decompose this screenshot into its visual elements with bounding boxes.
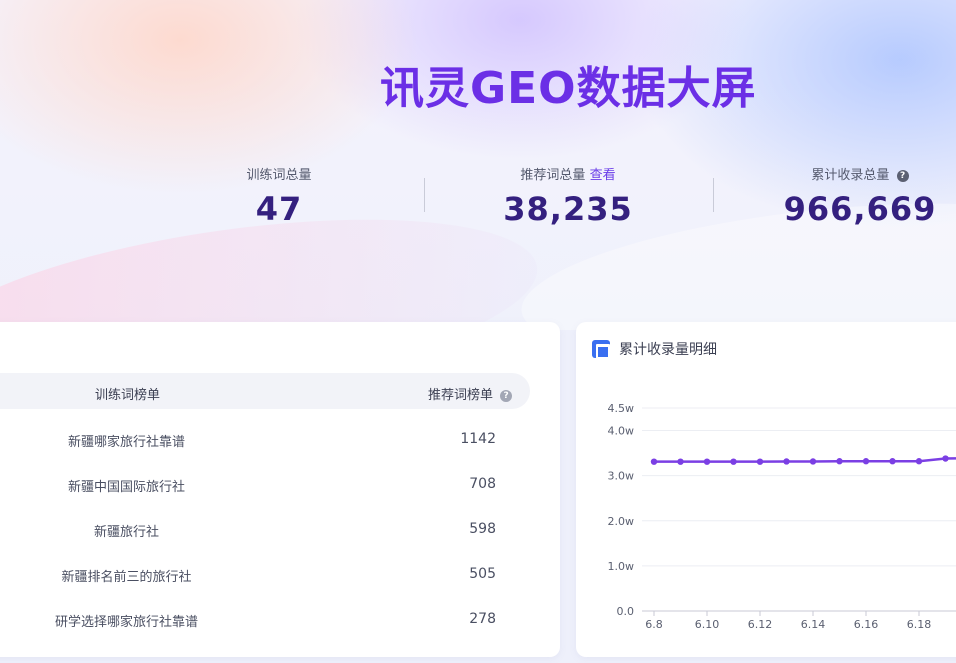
data-point <box>677 458 684 465</box>
x-tick-label: 6.10 <box>695 618 720 631</box>
count-cell: 708 <box>469 476 496 492</box>
chart-panel: 累计收录量明细 0.0 1.0w 2.0w 3.0w 4.0w 4.5w 6.8 6.10 6.… <box>576 322 956 657</box>
column-header-recommend: 推荐词榜单 ? <box>428 384 513 403</box>
data-point <box>862 458 870 465</box>
y-tick-label: 0.0 <box>617 605 635 618</box>
x-tick-label: 6.16 <box>854 618 879 631</box>
help-icon[interactable]: ? <box>896 170 909 182</box>
data-point <box>650 458 658 465</box>
series-line <box>654 457 956 463</box>
ranking-panel: 训练词榜单 推荐词榜单 ? 新疆哪家旅行社靠谱 1142 新疆中国国际旅行社 7… <box>0 322 560 657</box>
keyword-cell: 研学选择哪家旅行社靠谱 <box>54 615 198 630</box>
line-chart: 0.0 1.0w 2.0w 3.0w 4.0w 4.5w 6.8 6.10 6.12 6.14 6.… <box>608 402 956 631</box>
data-point <box>942 455 949 462</box>
page-title: 讯灵GEO数据大屏 <box>380 63 757 114</box>
count-cell: 278 <box>469 611 496 627</box>
y-tick-label: 2.0w <box>608 515 635 528</box>
column-header-training: 训练词榜单 <box>95 388 161 403</box>
stat-indexed-total: 累计收录总量 ? 966,669 <box>780 164 940 228</box>
view-link[interactable]: 查看 <box>590 168 616 183</box>
x-tick-label: 6.14 <box>801 618 826 631</box>
column-header-label: 推荐词榜单 <box>428 388 494 403</box>
data-point <box>915 458 923 465</box>
keyword-cell: 新疆旅行社 <box>93 525 159 540</box>
data-point <box>836 458 843 465</box>
stat-label-text: 推荐词总量 <box>520 168 586 183</box>
stat-training-total: 训练词总量 47 <box>214 164 344 228</box>
keyword-cell: 新疆排名前三的旅行社 <box>61 570 192 585</box>
table-row: 新疆排名前三的旅行社 505 <box>0 566 530 586</box>
stat-value: 38,235 <box>503 190 633 228</box>
table-row: 新疆中国国际旅行社 708 <box>0 476 530 496</box>
stat-divider <box>424 178 425 212</box>
stat-label: 训练词总量 <box>246 168 312 183</box>
chart-icon <box>592 340 610 359</box>
x-tick-label: 6.8 <box>645 618 663 631</box>
chart-title: 累计收录量明细 <box>619 342 717 358</box>
count-cell: 505 <box>469 566 496 582</box>
data-point <box>703 458 711 465</box>
count-cell: 1142 <box>460 431 496 447</box>
stat-value: 966,669 <box>783 190 937 228</box>
table-row: 研学选择哪家旅行社靠谱 278 <box>0 611 530 631</box>
x-tick-label: 6.12 <box>748 618 773 631</box>
keyword-cell: 新疆中国国际旅行社 <box>67 480 185 495</box>
data-point <box>809 458 817 465</box>
data-point <box>756 458 764 465</box>
stat-divider <box>713 178 714 212</box>
y-tick-label: 4.0w <box>608 425 635 438</box>
stat-label: 推荐词总量 查看 <box>498 164 638 183</box>
data-point <box>889 458 896 465</box>
x-tick-label: 6.18 <box>907 618 932 631</box>
count-cell: 598 <box>469 521 496 537</box>
data-point <box>730 458 737 465</box>
help-icon[interactable]: ? <box>500 390 513 402</box>
y-tick-label: 3.0w <box>608 470 635 483</box>
table-header: 训练词榜单 推荐词榜单 ? <box>0 373 530 409</box>
keyword-cell: 新疆哪家旅行社靠谱 <box>67 435 185 450</box>
data-point <box>783 458 790 465</box>
stat-value: 47 <box>255 190 303 228</box>
table-row: 新疆哪家旅行社靠谱 1142 <box>0 431 530 451</box>
stat-label: 累计收录总量 ? <box>780 164 940 183</box>
stat-recommend-total: 推荐词总量 查看 38,235 <box>498 164 638 228</box>
y-tick-label: 4.5w <box>608 402 635 415</box>
table-row: 新疆旅行社 598 <box>0 521 530 541</box>
y-tick-label: 1.0w <box>608 560 635 573</box>
stat-label-text: 累计收录总量 <box>811 168 890 183</box>
chart-header: 累计收录量明细 <box>592 339 717 359</box>
